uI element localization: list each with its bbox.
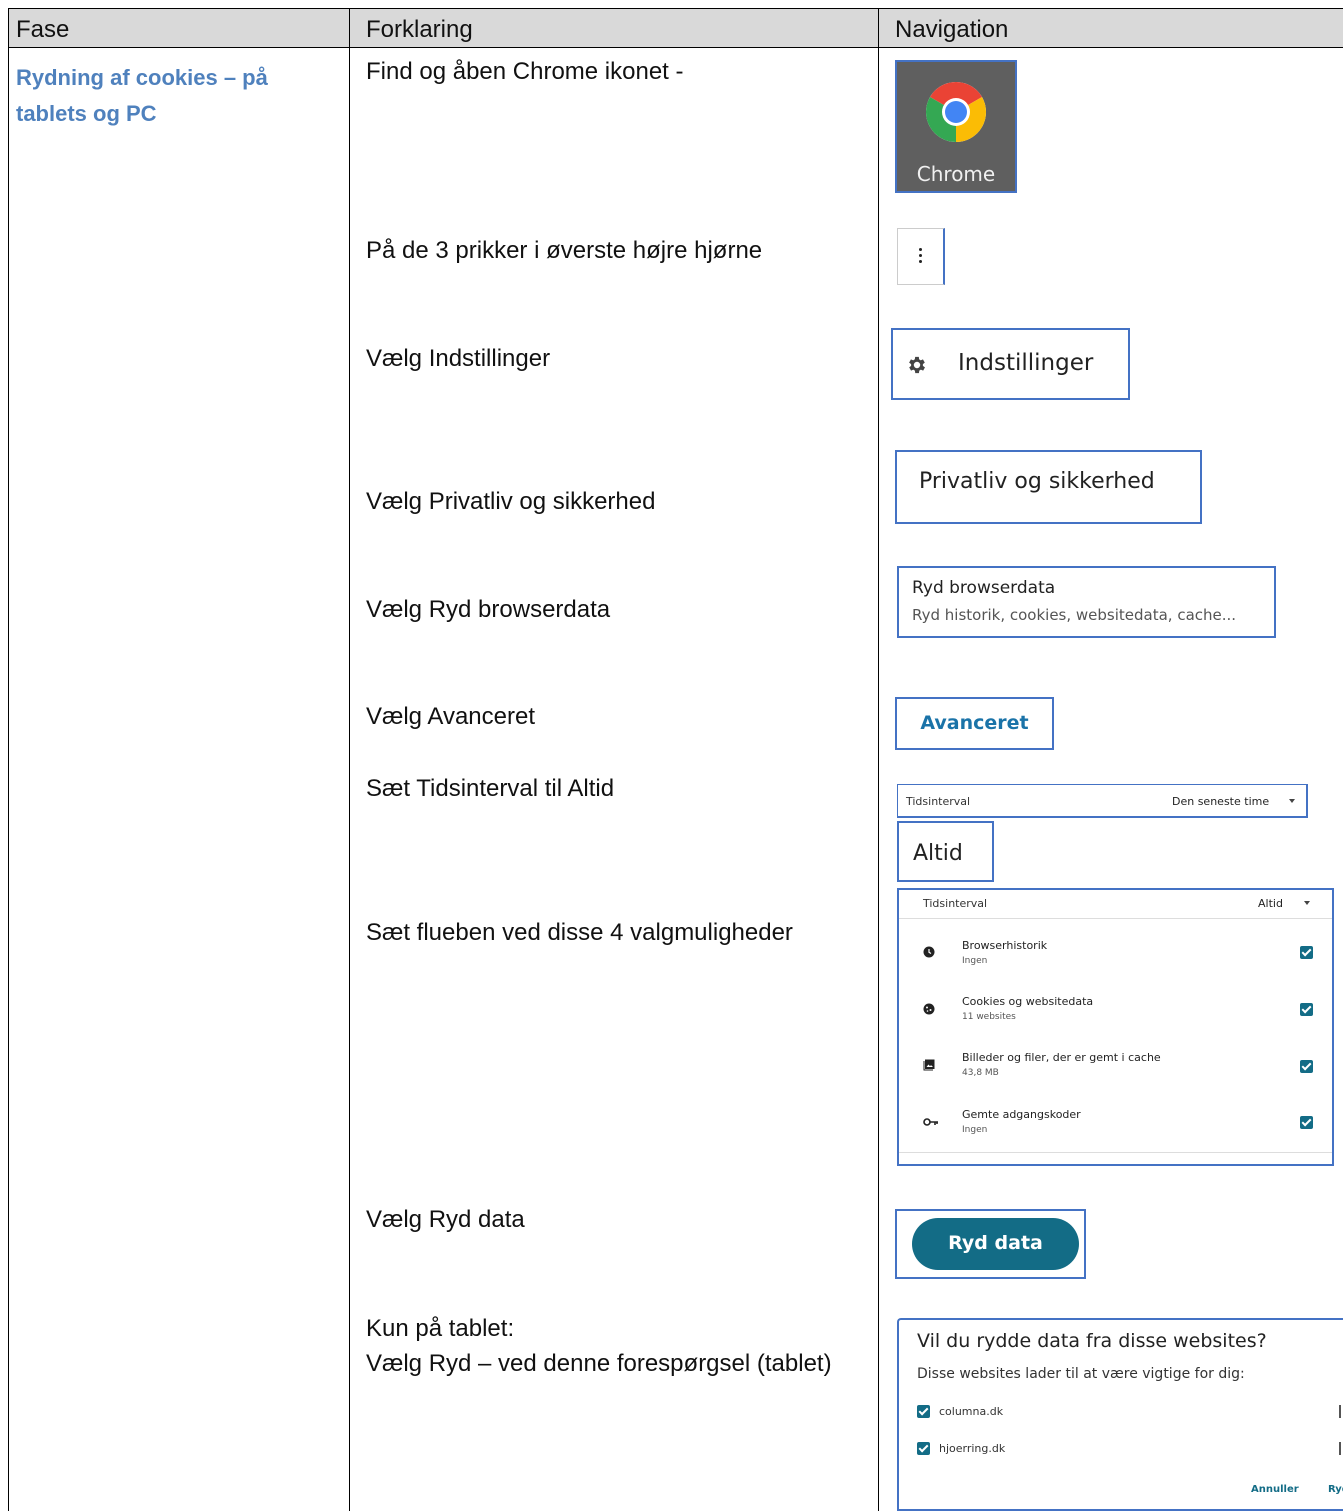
table-border-left: [8, 8, 9, 1511]
dropdown-arrow-icon: [1289, 799, 1295, 803]
option-title-history: Browserhistorik: [962, 939, 1048, 952]
time-interval-label: Tidsinterval: [906, 795, 971, 808]
options-divider: [899, 918, 1332, 919]
options-bottom-divider: [899, 1152, 1332, 1153]
time-interval-dropdown[interactable]: Tidsinterval Den seneste time: [897, 784, 1308, 818]
clear-data-button-frame: Ryd data: [895, 1209, 1086, 1279]
checkbox-cookies[interactable]: [1300, 1003, 1313, 1016]
settings-menu-item[interactable]: Indstillinger: [891, 328, 1130, 400]
table-border-top: [8, 8, 1343, 9]
option-sub-cache: 43,8 MB: [962, 1068, 999, 1078]
step-open-chrome: Find og åben Chrome ikonet -: [366, 58, 684, 85]
more-menu-button[interactable]: [897, 228, 945, 285]
dialog-title: Vil du rydde data fra disse websites?: [917, 1330, 1267, 1352]
key-icon: [923, 1118, 938, 1126]
phase-title: Rydning af cookies – på tablets og PC: [16, 65, 268, 126]
site-columna: columna.dk: [939, 1405, 1004, 1418]
step-tablet-only: Kun på tablet:: [366, 1315, 515, 1342]
header-phase: Fase: [16, 16, 70, 43]
time-interval-value: Den seneste time: [1172, 795, 1270, 808]
step-settings: Vælg Indstillinger: [366, 345, 551, 372]
always-option[interactable]: Altid: [897, 821, 994, 882]
checkbox-site-columna[interactable]: [917, 1405, 930, 1418]
option-title-passwords: Gemte adgangskoder: [962, 1108, 1081, 1121]
site-hjoerring: hjoerring.dk: [939, 1442, 1006, 1455]
clear-data-label: Ryd data: [948, 1232, 1043, 1254]
options-time-label: Tidsinterval: [923, 897, 988, 910]
clear-browser-data-title: Ryd browserdata: [912, 578, 1056, 598]
dialog-cancel-button[interactable]: Annuller: [1251, 1484, 1299, 1495]
site-columna-marker: [1339, 1405, 1341, 1418]
table-col-divider-1: [349, 8, 350, 1511]
privacy-label: Privatliv og sikkerhed: [919, 469, 1155, 494]
chrome-label: Chrome: [916, 162, 996, 186]
option-title-cookies: Cookies og websitedata: [962, 995, 1094, 1008]
privacy-security-item[interactable]: Privatliv og sikkerhed: [895, 450, 1202, 524]
step-privacy: Vælg Privatliv og sikkerhed: [366, 488, 656, 515]
options-time-value[interactable]: Altid: [1258, 897, 1283, 910]
chrome-app-tile[interactable]: Chrome: [895, 60, 1017, 193]
option-sub-passwords: Ingen: [962, 1125, 988, 1135]
clear-browser-data-subtitle: Ryd historik, cookies, websitedata, cach…: [912, 606, 1237, 624]
cookie-icon: [923, 1003, 935, 1015]
table-col-divider-2: [878, 8, 879, 1511]
header-explanation: Forklaring: [366, 16, 473, 43]
option-sub-cookies: 11 websites: [962, 1012, 1016, 1022]
chrome-icon: [925, 81, 987, 142]
table-header-divider: [8, 47, 1343, 48]
site-hjoerring-marker: [1339, 1442, 1341, 1455]
step-checkboxes: Sæt flueben ved disse 4 valgmuligheder: [366, 919, 793, 946]
clear-data-button[interactable]: Ryd data: [912, 1218, 1079, 1270]
dialog-clear-button[interactable]: Ryd: [1328, 1484, 1343, 1495]
clock-icon: [923, 946, 935, 958]
option-sub-history: Ingen: [962, 956, 988, 966]
image-icon: [923, 1059, 935, 1071]
dialog-subtitle: Disse websites lader til at være vigtige…: [917, 1366, 1245, 1382]
checkbox-history[interactable]: [1300, 946, 1313, 959]
always-label: Altid: [913, 841, 963, 866]
checkbox-passwords[interactable]: [1300, 1116, 1313, 1129]
confirm-dialog: Vil du rydde data fra disse websites? Di…: [897, 1318, 1343, 1511]
checkbox-site-hjoerring[interactable]: [917, 1442, 930, 1455]
step-clear-data: Vælg Ryd data: [366, 1206, 525, 1233]
step-clear-browser-data: Vælg Ryd browserdata: [366, 596, 611, 623]
advanced-label: Avanceret: [920, 712, 1029, 734]
table-header-bg: [8, 9, 1343, 47]
clear-options-panel: Tidsinterval Altid Browserhistorik Ingen…: [897, 888, 1334, 1166]
step-time-interval: Sæt Tidsinterval til Altid: [366, 775, 615, 802]
checkbox-cache[interactable]: [1300, 1060, 1313, 1073]
advanced-tab[interactable]: Avanceret: [895, 697, 1054, 750]
settings-label: Indstillinger: [958, 350, 1094, 376]
three-dots-icon: [919, 248, 923, 266]
dropdown-arrow-icon: [1304, 901, 1310, 905]
step-advanced: Vælg Avanceret: [366, 703, 535, 730]
step-tablet-confirm: Vælg Ryd – ved denne forespørgsel (table…: [366, 1350, 832, 1377]
clear-browser-data-item[interactable]: Ryd browserdata Ryd historik, cookies, w…: [897, 566, 1276, 638]
step-three-dots: På de 3 prikker i øverste højre hjørne: [366, 237, 763, 264]
header-navigation: Navigation: [895, 16, 1009, 43]
gear-icon: [909, 356, 925, 374]
option-title-cache: Billeder og filer, der er gemt i cache: [962, 1051, 1161, 1064]
